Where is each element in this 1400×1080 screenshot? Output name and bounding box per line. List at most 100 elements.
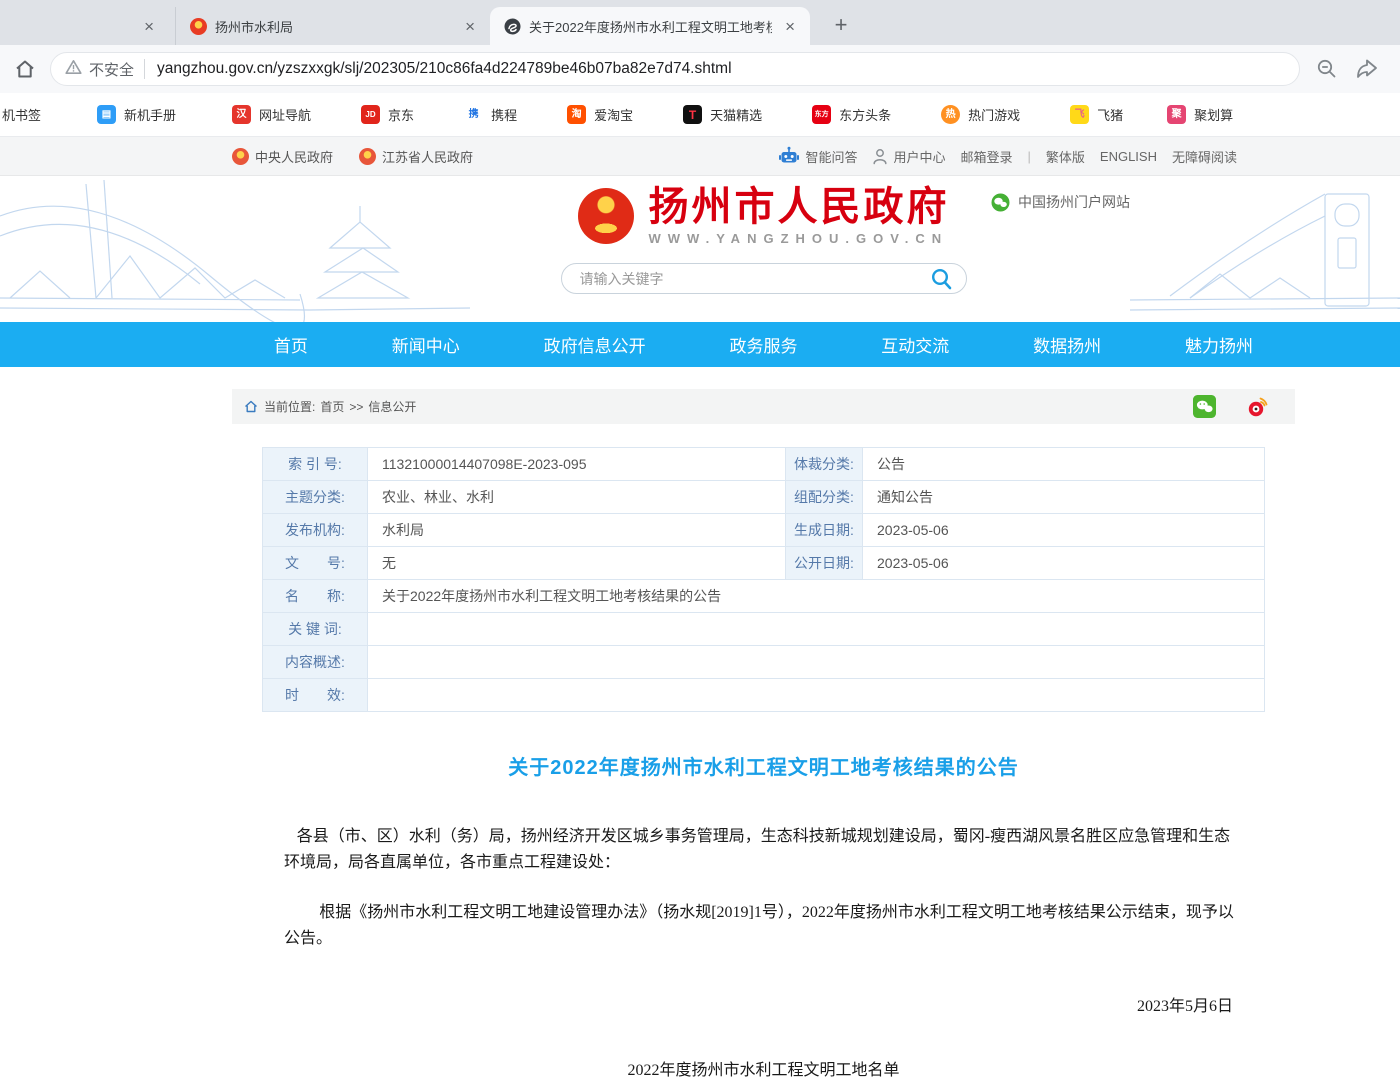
nav-item-interaction[interactable]: 互动交流: [881, 332, 949, 357]
document-meta-table: 索 引 号: 11321000014407098E-2023-095 体裁分类:…: [262, 447, 1265, 712]
bookmark-item[interactable]: 淘 爱淘宝: [552, 93, 648, 136]
article-paragraph: 各县（市、区）水利（务）局，扬州经济开发区城乡事务管理局，生态科技新城规划建设局…: [284, 824, 1235, 876]
meta-value: 农业、林业、水利: [368, 481, 786, 513]
bookmark-item[interactable]: 东方 东方头条: [797, 93, 906, 136]
nav-item-charm[interactable]: 魅力扬州: [1185, 332, 1253, 357]
bookmark-favicon: 淘: [567, 105, 586, 124]
bookmarks-bar: 机书签 ▤ 新机手册 汉 网址导航 JD 京东 携 携程 淘 爱淘宝 T 天猫精…: [0, 93, 1400, 137]
bookmark-favicon: 携: [464, 105, 483, 124]
article-list-title: 2022年度扬州市水利工程文明工地名单: [232, 1056, 1295, 1080]
portal-site-link[interactable]: 中国扬州门户网站: [991, 192, 1130, 212]
user-icon: [872, 148, 888, 165]
new-tab-button[interactable]: +: [826, 10, 856, 40]
bookmark-favicon: ▤: [97, 105, 116, 124]
bookmark-favicon: T: [683, 105, 702, 124]
nav-item-data[interactable]: 数据扬州: [1033, 332, 1101, 357]
article-title: 关于2022年度扬州市水利工程文明工地考核结果的公告: [232, 751, 1295, 780]
meta-value: 通知公告: [863, 481, 1266, 513]
national-emblem-icon: [578, 188, 634, 244]
browser-toolbar: 不安全 yangzhou.gov.cn/yzszxxgk/slj/202305/…: [0, 45, 1400, 93]
tab-title: 扬州市水利局: [215, 17, 452, 36]
jiangsu-gov-link[interactable]: 江苏省人民政府: [359, 147, 473, 166]
meta-label: 关 键 词:: [263, 613, 368, 645]
meta-value: [368, 613, 1266, 645]
breadcrumb-current[interactable]: 信息公开: [368, 398, 416, 415]
meta-value: 2023-05-06: [863, 547, 1266, 579]
bookmark-favicon: 聚: [1167, 105, 1186, 124]
weibo-share-icon[interactable]: [1246, 395, 1269, 418]
wechat-share-icon[interactable]: [1193, 395, 1216, 418]
traditional-version-link[interactable]: 繁体版: [1046, 147, 1085, 166]
gov-emblem-favicon: [190, 18, 207, 35]
article-date: 2023年5月6日: [232, 992, 1233, 1016]
nav-item-services[interactable]: 政务服务: [729, 332, 797, 357]
table-row: 时 效:: [263, 679, 1264, 712]
table-row: 名 称: 关于2022年度扬州市水利工程文明工地考核结果的公告: [263, 580, 1264, 613]
search-icon[interactable]: [930, 267, 954, 291]
site-logo[interactable]: 扬州市人民政府 WWW.YANGZHOU.GOV.CN: [578, 186, 950, 246]
site-search-box[interactable]: [561, 263, 967, 294]
meta-value: [368, 646, 1266, 678]
breadcrumb-separator: >>: [349, 400, 363, 414]
table-row: 文 号: 无 公开日期: 2023-05-06: [263, 547, 1264, 580]
wechat-portal-icon: [991, 193, 1010, 212]
gov-top-bar: 中央人民政府 江苏省人民政府 智能问答 用户中心 邮箱登录 | 繁体版 ENGL…: [0, 137, 1400, 176]
browser-tab-active[interactable]: 关于2022年度扬州市水利工程文明工地考核结果的公告 ×: [490, 7, 810, 45]
breadcrumb: 当前位置: 首页 >> 信息公开: [232, 389, 1295, 424]
bookmark-item[interactable]: JD 京东: [346, 93, 429, 136]
english-version-link[interactable]: ENGLISH: [1100, 149, 1157, 164]
table-row: 内容概述:: [263, 646, 1264, 679]
meta-label: 体裁分类:: [786, 448, 863, 480]
site-banner: 扬州市人民政府 WWW.YANGZHOU.GOV.CN 中国扬州门户网站: [0, 176, 1400, 322]
table-row: 索 引 号: 11321000014407098E-2023-095 体裁分类:…: [263, 448, 1264, 481]
nav-item-home[interactable]: 首页: [274, 332, 308, 357]
breadcrumb-home-link[interactable]: 首页: [320, 398, 344, 415]
browser-tab-strip: × 扬州市水利局 × 关于2022年度扬州市水利工程文明工地考核结果的公告 × …: [0, 0, 1400, 45]
address-bar[interactable]: 不安全 yangzhou.gov.cn/yzszxxgk/slj/202305/…: [50, 52, 1300, 86]
bookmark-item[interactable]: 携 携程: [449, 93, 532, 136]
nav-item-info-disclosure[interactable]: 政府信息公开: [544, 332, 646, 357]
browser-tab-2[interactable]: 扬州市水利局 ×: [175, 7, 490, 45]
bookmark-item[interactable]: 飞 飞猪: [1055, 93, 1138, 136]
meta-label: 内容概述:: [263, 646, 368, 678]
meta-label: 组配分类:: [786, 481, 863, 513]
tab-close-icon[interactable]: ×: [139, 16, 159, 37]
bookmark-item[interactable]: 机书签: [0, 93, 56, 136]
site-url-text: WWW.YANGZHOU.GOV.CN: [649, 231, 950, 246]
central-gov-link[interactable]: 中央人民政府: [232, 147, 333, 166]
site-favicon: [504, 18, 521, 35]
bookmark-item[interactable]: 汉 网址导航: [217, 93, 326, 136]
nav-item-news[interactable]: 新闻中心: [392, 332, 460, 357]
smart-qa-link[interactable]: 智能问答: [778, 146, 857, 166]
meta-value: 水利局: [368, 514, 786, 546]
tab-close-icon[interactable]: ×: [460, 16, 480, 37]
bookmark-item[interactable]: ▤ 新机手册: [82, 93, 191, 136]
bookmark-favicon: JD: [361, 105, 380, 124]
meta-value: 2023-05-06: [863, 514, 1266, 546]
bookmark-item[interactable]: 热 热门游戏: [926, 93, 1035, 136]
tab-close-icon[interactable]: ×: [780, 16, 800, 37]
zoom-out-icon[interactable]: [1314, 56, 1340, 82]
meta-value: [368, 679, 1266, 711]
meta-label: 主题分类:: [263, 481, 368, 513]
meta-label: 发布机构:: [263, 514, 368, 546]
table-row: 主题分类: 农业、林业、水利 组配分类: 通知公告: [263, 481, 1264, 514]
bookmark-item[interactable]: 聚 聚划算: [1152, 93, 1248, 136]
mail-login-link[interactable]: 邮箱登录: [960, 147, 1012, 166]
share-icon[interactable]: [1354, 56, 1380, 82]
url-text[interactable]: yangzhou.gov.cn/yzszxxgk/slj/202305/210c…: [157, 60, 732, 78]
table-row: 发布机构: 水利局 生成日期: 2023-05-06: [263, 514, 1264, 547]
user-center-link[interactable]: 用户中心: [872, 147, 945, 166]
divider: |: [1028, 149, 1031, 164]
tab-title: 关于2022年度扬州市水利工程文明工地考核结果的公告: [529, 17, 772, 36]
browser-tab-1[interactable]: ×: [0, 7, 175, 45]
search-input[interactable]: [578, 270, 930, 288]
robot-icon: [778, 146, 800, 166]
bookmark-favicon: 汉: [232, 105, 251, 124]
home-icon[interactable]: [12, 56, 38, 82]
accessibility-link[interactable]: 无障碍阅读: [1172, 147, 1237, 166]
bookmark-item[interactable]: T 天猫精选: [668, 93, 777, 136]
security-status-label: 不安全: [89, 59, 134, 80]
meta-label: 生成日期:: [786, 514, 863, 546]
gov-emblem-icon: [232, 148, 249, 165]
